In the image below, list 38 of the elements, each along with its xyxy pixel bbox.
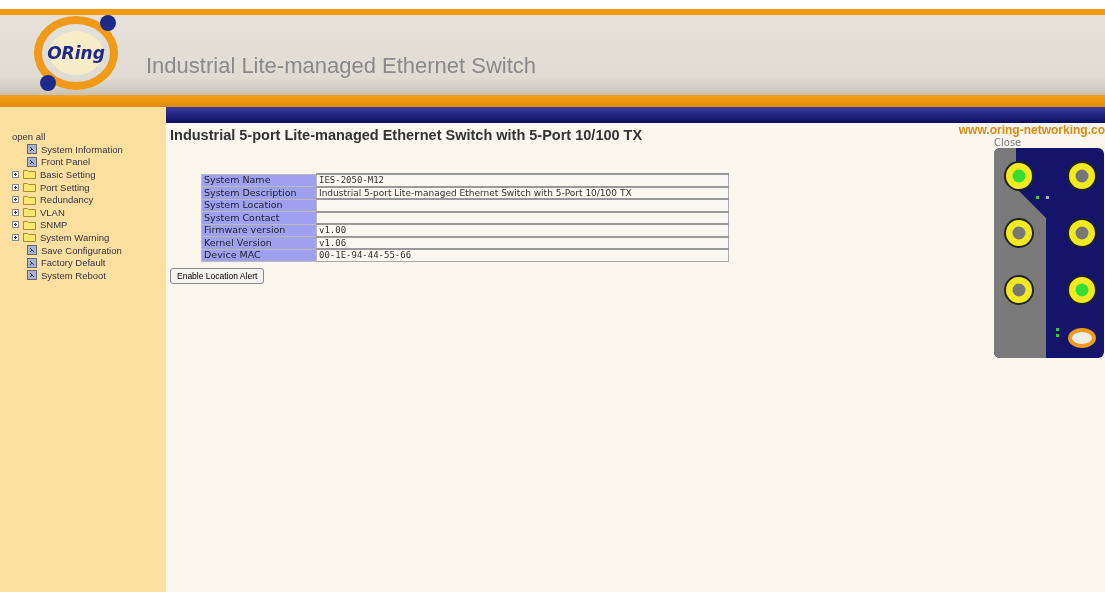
folder-icon xyxy=(23,182,36,193)
expand-icon[interactable] xyxy=(12,171,19,178)
expand-icon[interactable] xyxy=(12,233,19,241)
folder-icon xyxy=(23,194,36,205)
menu-item[interactable]: Basic Setting xyxy=(40,169,96,180)
page-icon xyxy=(27,156,37,167)
page-title: Industrial 5-port Lite-managed Ethernet Switch with 5-Port 10/100 TX xyxy=(170,127,643,143)
page-icon xyxy=(27,144,37,155)
table-value: IES-2050-M12 xyxy=(316,174,729,187)
folder-icon xyxy=(23,169,36,180)
expand-icon[interactable] xyxy=(12,196,19,204)
open-all-link[interactable]: open all xyxy=(12,131,166,143)
header-title: Industrial Lite-managed Ethernet Switch xyxy=(146,53,537,79)
page-icon xyxy=(27,245,37,256)
table-value: v1.00 xyxy=(316,224,729,237)
menu-item[interactable]: Factory Default xyxy=(41,257,106,269)
enable-location-alert-button[interactable]: Enable Location Alert xyxy=(170,267,265,284)
page-icon xyxy=(27,257,37,268)
expand-icon[interactable] xyxy=(12,183,19,191)
folder-icon xyxy=(23,219,36,230)
menu-item[interactable]: Redundancy xyxy=(40,194,94,206)
menu-item[interactable]: VLAN xyxy=(40,206,65,218)
menu-item[interactable]: SNMP xyxy=(40,219,68,231)
expand-icon[interactable] xyxy=(12,221,19,229)
page-icon xyxy=(27,270,37,281)
folder-icon xyxy=(23,207,36,218)
menu-item[interactable]: Front Panel xyxy=(41,156,91,168)
expand-icon[interactable] xyxy=(12,208,19,216)
table-value: 00-1E-94-44-55-66 xyxy=(316,249,729,261)
menu-item[interactable]: System Reboot xyxy=(41,269,106,281)
menu-item[interactable]: System Information xyxy=(41,143,123,155)
menu-item[interactable]: System Warning xyxy=(40,231,110,243)
folder-icon xyxy=(23,232,36,243)
menu-item[interactable]: Save Configuration xyxy=(41,244,122,256)
menu-item[interactable]: Port Setting xyxy=(40,181,90,193)
close-link[interactable]: Close xyxy=(994,137,1104,148)
table-label: System Name xyxy=(201,174,317,187)
banner-url: www.oring-networking.co xyxy=(958,123,1105,137)
